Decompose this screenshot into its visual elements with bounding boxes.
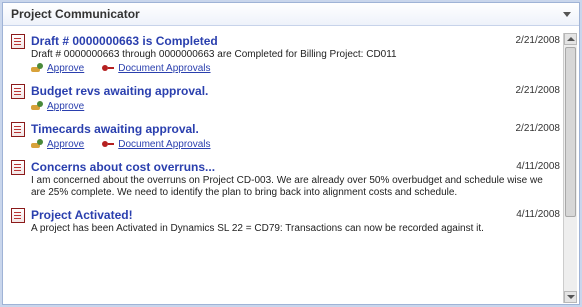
list-item: Timecards awaiting approval. 2/21/2008 A…	[11, 121, 564, 151]
chevron-down-icon[interactable]	[563, 11, 571, 17]
document-approvals-link[interactable]: Document Approvals	[102, 138, 211, 150]
document-approvals-label: Document Approvals	[118, 138, 211, 150]
item-header: Timecards awaiting approval.	[11, 121, 564, 137]
item-date: 2/21/2008	[515, 85, 561, 96]
document-icon	[11, 83, 25, 99]
item-header: Budget revs awaiting approval.	[11, 83, 564, 99]
item-date: 2/21/2008	[515, 123, 561, 134]
approve-link[interactable]: Approve	[31, 101, 84, 112]
item-date: 2/21/2008	[515, 35, 561, 46]
document-approvals-icon	[102, 63, 115, 73]
item-title-link[interactable]: Draft # 0000000663 is Completed	[31, 34, 218, 48]
document-icon	[11, 33, 25, 49]
scroll-up-button[interactable]	[564, 33, 577, 45]
document-icon	[11, 159, 25, 175]
scroll-down-button[interactable]	[564, 291, 577, 303]
item-description: I am concerned about the overruns on Pro…	[31, 175, 543, 198]
item-title-link[interactable]: Concerns about cost overruns...	[31, 160, 215, 174]
item-header: Concerns about cost overruns...	[11, 159, 564, 175]
item-header: Draft # 0000000663 is Completed	[11, 33, 564, 49]
item-header: Project Activated!	[11, 207, 564, 223]
approve-label: Approve	[47, 62, 85, 74]
approve-link[interactable]: Approve	[31, 139, 84, 150]
item-actions: Approve Document Approvals	[31, 61, 564, 75]
item-actions: Approve Document Approvals	[31, 137, 564, 151]
list-item: Draft # 0000000663 is Completed 2/21/200…	[11, 33, 564, 75]
document-icon	[11, 207, 25, 223]
item-description: Draft # 0000000663 through 0000000663 ar…	[31, 49, 397, 60]
document-approvals-label: Document Approvals	[118, 62, 211, 74]
list-item: Budget revs awaiting approval. 2/21/2008…	[11, 83, 564, 113]
item-title-link[interactable]: Budget revs awaiting approval.	[31, 84, 208, 98]
item-description: A project has been Activated in Dynamics…	[31, 223, 484, 234]
panel-title: Project Communicator	[11, 7, 140, 21]
approve-icon	[31, 101, 44, 111]
item-date: 4/11/2008	[516, 161, 560, 172]
list-item: Project Activated! 4/11/2008 A project h…	[11, 207, 564, 235]
item-date: 4/11/2008	[516, 209, 560, 220]
item-title-link[interactable]: Timecards awaiting approval.	[31, 122, 199, 136]
approve-link[interactable]: Approve	[31, 63, 84, 74]
approve-icon	[31, 139, 44, 149]
document-approvals-icon	[102, 139, 115, 149]
approve-label: Approve	[47, 138, 85, 150]
vertical-scrollbar[interactable]	[563, 33, 577, 303]
document-approvals-link[interactable]: Document Approvals	[102, 62, 211, 74]
item-title-link[interactable]: Project Activated!	[31, 208, 133, 222]
document-icon	[11, 121, 25, 137]
message-list: Draft # 0000000663 is Completed 2/21/200…	[11, 33, 564, 303]
item-actions: Approve	[31, 99, 564, 113]
approve-icon	[31, 63, 44, 73]
scroll-thumb[interactable]	[565, 47, 576, 217]
approve-label: Approve	[47, 100, 85, 112]
list-item: Concerns about cost overruns... 4/11/200…	[11, 159, 564, 199]
panel-header: Project Communicator	[3, 3, 579, 26]
project-communicator-panel: Project Communicator Draft # 0000000663 …	[2, 2, 580, 305]
